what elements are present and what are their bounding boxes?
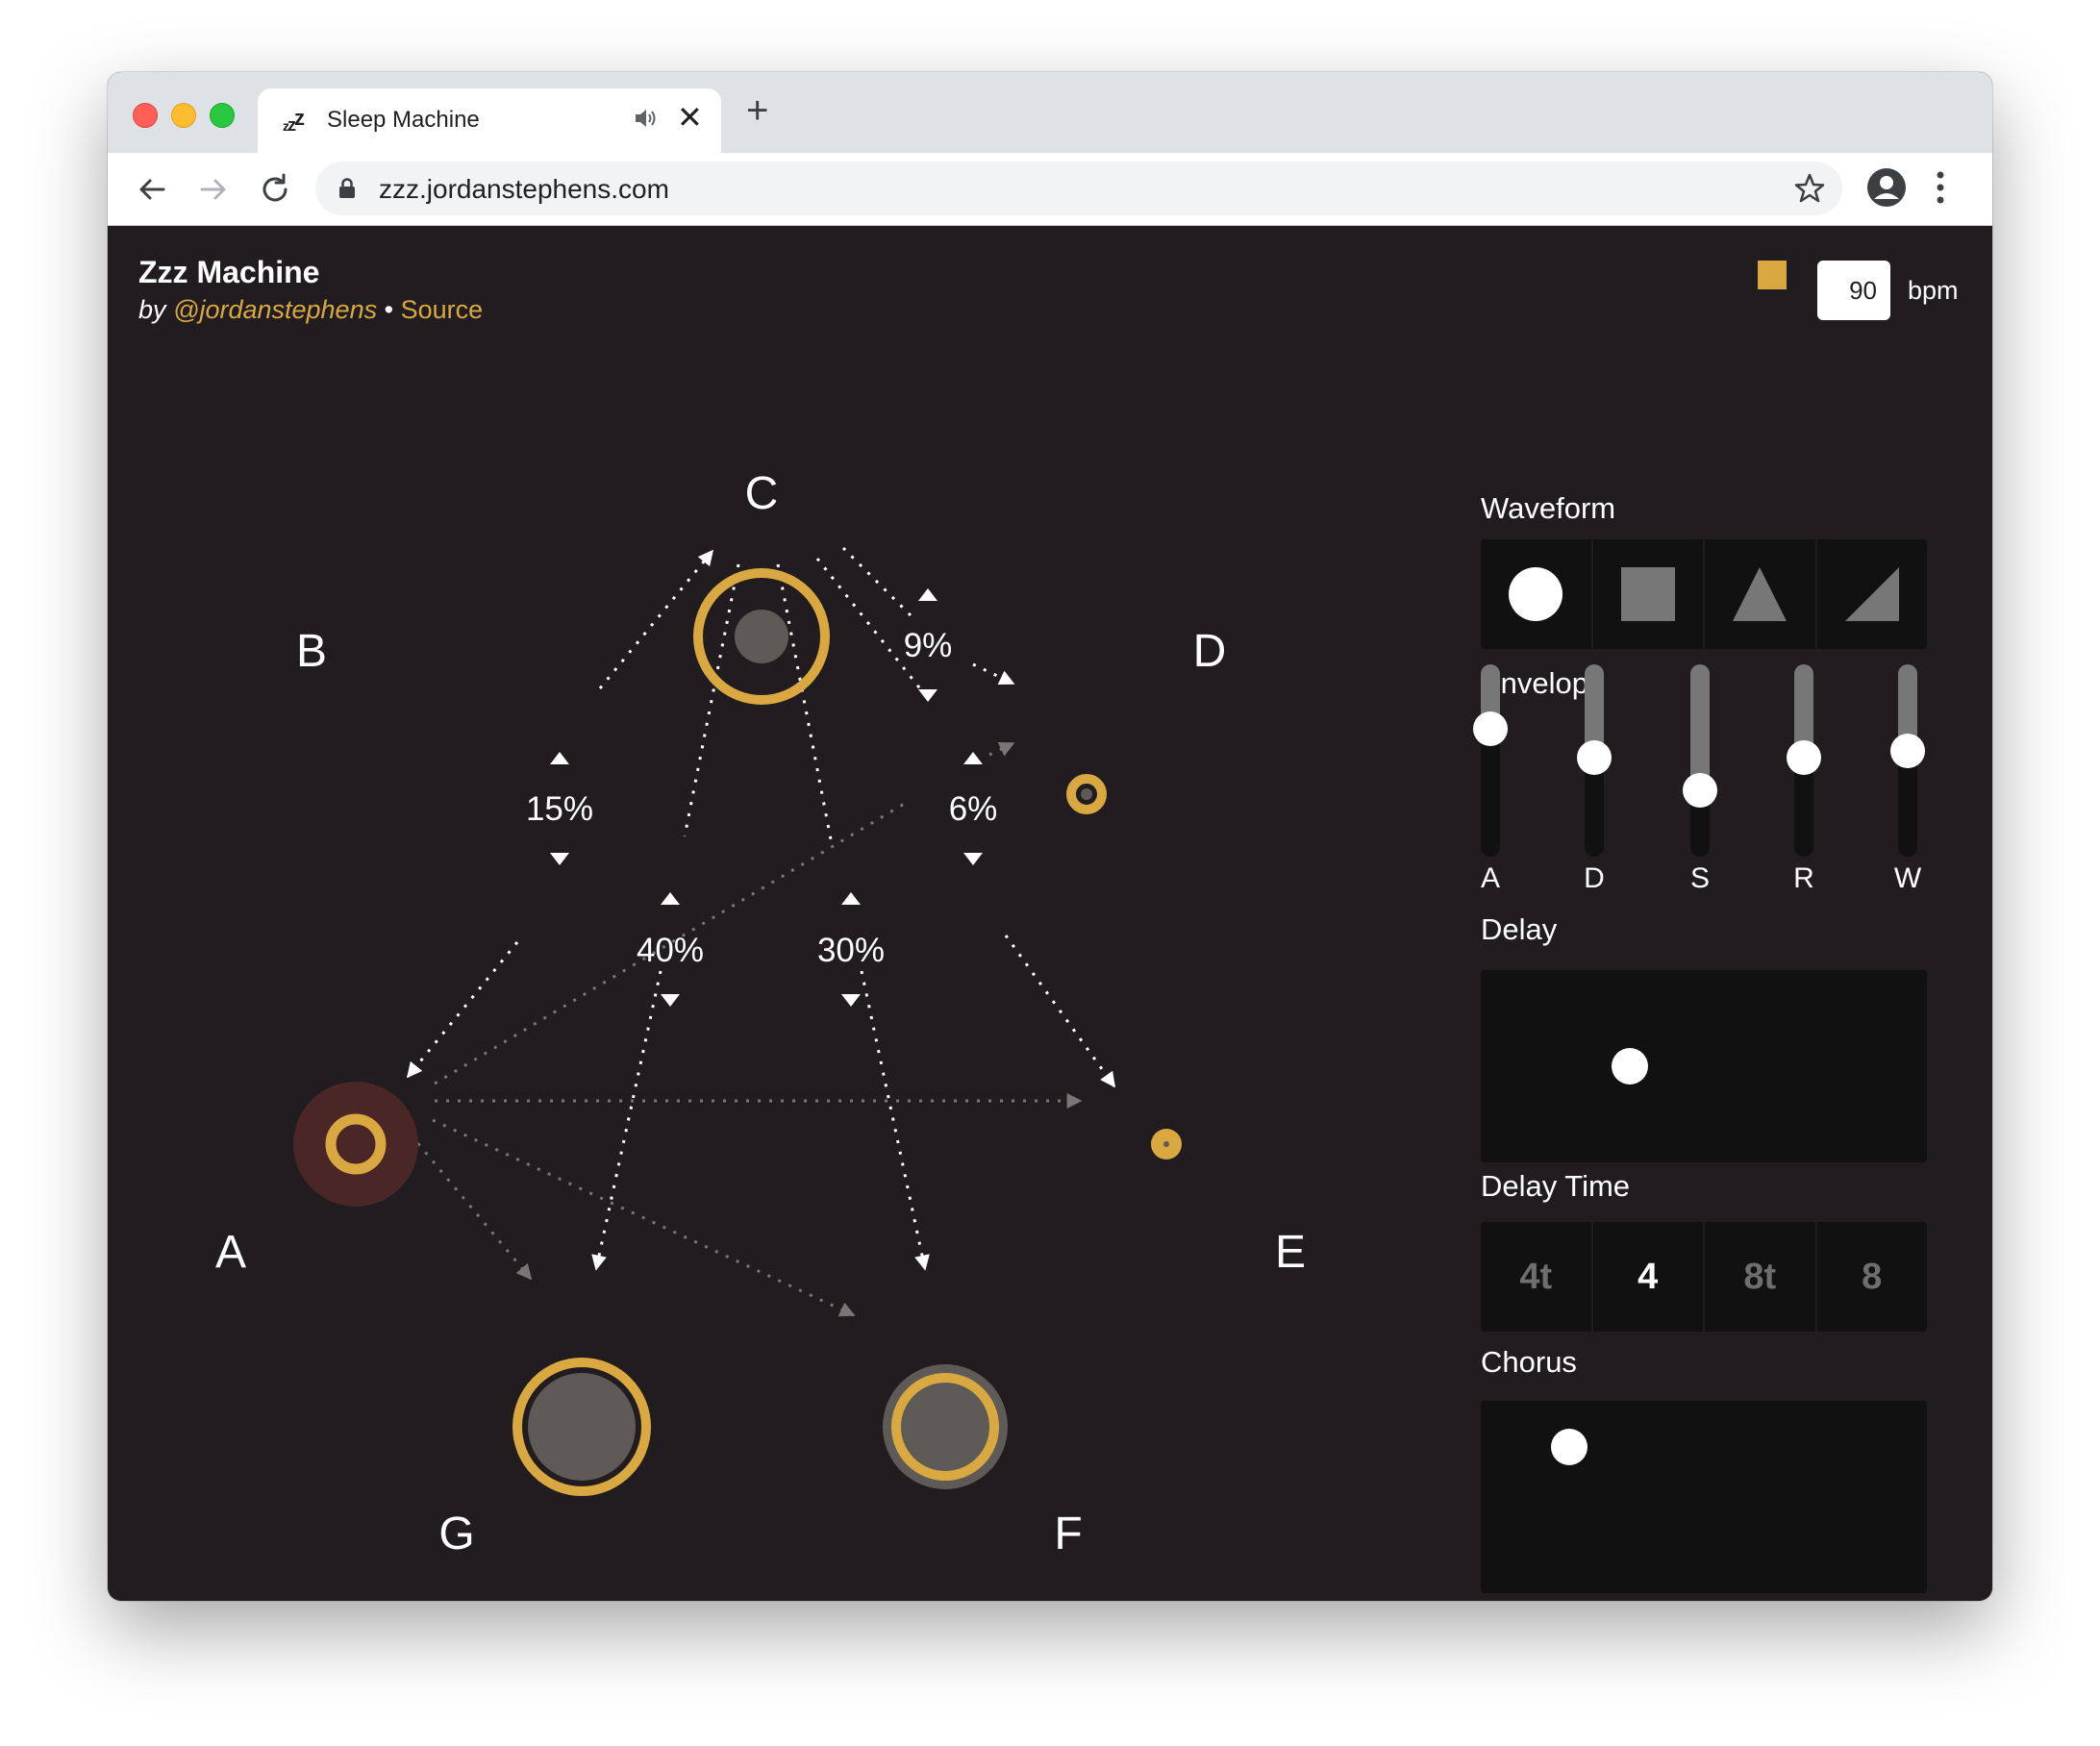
decrease-arrow-icon[interactable] xyxy=(918,689,938,702)
close-tab-icon[interactable]: ✕ xyxy=(677,102,703,133)
node-g[interactable] xyxy=(512,1358,651,1496)
delay-pad-knob[interactable] xyxy=(1612,1048,1648,1085)
browser-tab[interactable]: zzz Sleep Machine ✕ xyxy=(258,88,721,153)
chorus-label: Chorus xyxy=(1481,1345,1577,1379)
slider-knob[interactable] xyxy=(1890,734,1925,769)
waveform-square-button[interactable] xyxy=(1593,539,1705,649)
envelope-slider-w[interactable] xyxy=(1890,664,1925,857)
play-stop-button[interactable] xyxy=(1758,261,1787,289)
delay-time-8t-button[interactable]: 8t xyxy=(1705,1222,1817,1332)
delay-pad[interactable] xyxy=(1481,970,1927,1162)
prob-label: 40% xyxy=(637,932,704,969)
square-icon xyxy=(1620,567,1675,621)
note-label-a: A xyxy=(215,1227,246,1278)
waveform-sine-button[interactable] xyxy=(1481,539,1593,649)
prob-stepper-30[interactable]: 30% xyxy=(817,892,885,1007)
note-label-d: D xyxy=(1193,626,1227,677)
chorus-pad-knob[interactable] xyxy=(1551,1429,1588,1465)
triangle-icon xyxy=(1733,567,1788,621)
tab-title: Sleep Machine xyxy=(327,107,480,133)
node-a[interactable] xyxy=(293,1082,418,1207)
slider-knob[interactable] xyxy=(1787,739,1821,775)
slider-knob[interactable] xyxy=(1577,739,1612,775)
prob-stepper-9[interactable]: 9% xyxy=(904,588,953,702)
browser-toolbar: zzz.jordanstephens.com xyxy=(108,153,1992,226)
url-text: zzz.jordanstephens.com xyxy=(379,174,669,204)
delay-label: Delay xyxy=(1481,912,1558,946)
profile-icon[interactable] xyxy=(1865,166,1908,209)
delay-time-selector: 4t 4 8t 8 xyxy=(1481,1222,1927,1332)
envelope-slider-a[interactable] xyxy=(1473,664,1508,857)
node-d[interactable] xyxy=(1066,774,1107,814)
minimize-window-button[interactable] xyxy=(171,103,196,128)
maximize-window-button[interactable] xyxy=(210,103,235,128)
increase-arrow-icon[interactable] xyxy=(661,892,680,905)
decrease-arrow-icon[interactable] xyxy=(841,994,861,1007)
prob-stepper-40[interactable]: 40% xyxy=(637,892,704,1007)
slider-knob[interactable] xyxy=(1473,711,1508,747)
note-label-f: F xyxy=(1054,1509,1082,1559)
envelope-slider-s[interactable] xyxy=(1683,664,1717,857)
node-e[interactable] xyxy=(1151,1129,1182,1160)
decrease-arrow-icon[interactable] xyxy=(963,853,983,865)
waveform-sawtooth-button[interactable] xyxy=(1817,539,1928,649)
envelope-slider-d[interactable] xyxy=(1577,664,1612,857)
markov-graph: 9% 15% 6% 40% 30% C B D A E G F xyxy=(215,468,1306,1559)
note-label-g: G xyxy=(438,1509,474,1559)
waveform-selector xyxy=(1481,539,1927,649)
new-tab-icon[interactable]: + xyxy=(746,91,768,130)
close-window-button[interactable] xyxy=(133,103,158,128)
back-arrow-icon[interactable] xyxy=(133,170,171,209)
waveform-label: Waveform xyxy=(1481,491,1616,525)
increase-arrow-icon[interactable] xyxy=(550,752,569,764)
envelope-label-s: S xyxy=(1689,862,1710,894)
note-label-e: E xyxy=(1275,1227,1306,1278)
zzz-icon: zzz xyxy=(283,106,305,135)
prob-label: 15% xyxy=(526,790,593,828)
edges-inactive xyxy=(409,741,1083,1317)
reload-icon[interactable] xyxy=(256,170,294,209)
sine-icon xyxy=(1509,567,1563,621)
browser-window: zzz Sleep Machine ✕ + zzz.jordanstephens… xyxy=(108,72,1992,1601)
delay-time-8-button[interactable]: 8 xyxy=(1817,1222,1928,1332)
delay-time-4t-button[interactable]: 4t xyxy=(1481,1222,1593,1332)
forward-arrow-icon[interactable] xyxy=(194,170,233,209)
chorus-pad[interactable] xyxy=(1481,1401,1927,1593)
more-vert-icon[interactable] xyxy=(1935,168,1946,207)
lock-icon xyxy=(339,178,355,198)
sawtooth-icon xyxy=(1844,567,1899,621)
node-c[interactable] xyxy=(693,568,830,705)
slider-knob[interactable] xyxy=(1683,773,1717,809)
tab-strip: zzz Sleep Machine ✕ + xyxy=(108,72,1992,153)
node-f[interactable] xyxy=(883,1364,1008,1489)
envelope-label-a: A xyxy=(1480,862,1500,894)
bookmark-star-icon[interactable] xyxy=(1792,171,1827,206)
delay-time-label: Delay Time xyxy=(1481,1169,1631,1203)
note-label-b: B xyxy=(296,626,327,677)
decrease-arrow-icon[interactable] xyxy=(550,853,569,865)
note-label-c: C xyxy=(745,468,779,519)
page-content: Zzz Machine by @jordanstephens • Source … xyxy=(108,226,1992,1601)
bpm-label: bpm xyxy=(1908,276,1959,305)
envelope-label-r: R xyxy=(1793,862,1814,894)
increase-arrow-icon[interactable] xyxy=(963,752,983,764)
increase-arrow-icon[interactable] xyxy=(918,588,938,601)
prob-stepper-15[interactable]: 15% xyxy=(526,752,593,865)
increase-arrow-icon[interactable] xyxy=(841,892,861,905)
delay-time-4-button[interactable]: 4 xyxy=(1593,1222,1705,1332)
envelope-label-d: D xyxy=(1584,862,1605,894)
prob-label: 9% xyxy=(904,627,953,664)
speaker-icon[interactable] xyxy=(633,106,658,131)
envelope-slider-r[interactable] xyxy=(1787,664,1821,857)
bpm-input[interactable] xyxy=(1817,261,1890,320)
prob-label: 30% xyxy=(817,932,885,969)
slider-fill xyxy=(1690,664,1710,791)
prob-stepper-6[interactable]: 6% xyxy=(949,752,998,865)
waveform-triangle-button[interactable] xyxy=(1705,539,1817,649)
address-bar[interactable]: zzz.jordanstephens.com xyxy=(315,162,1842,215)
prob-label: 6% xyxy=(949,790,998,828)
envelope-label-w: W xyxy=(1893,862,1922,894)
decrease-arrow-icon[interactable] xyxy=(661,994,680,1007)
